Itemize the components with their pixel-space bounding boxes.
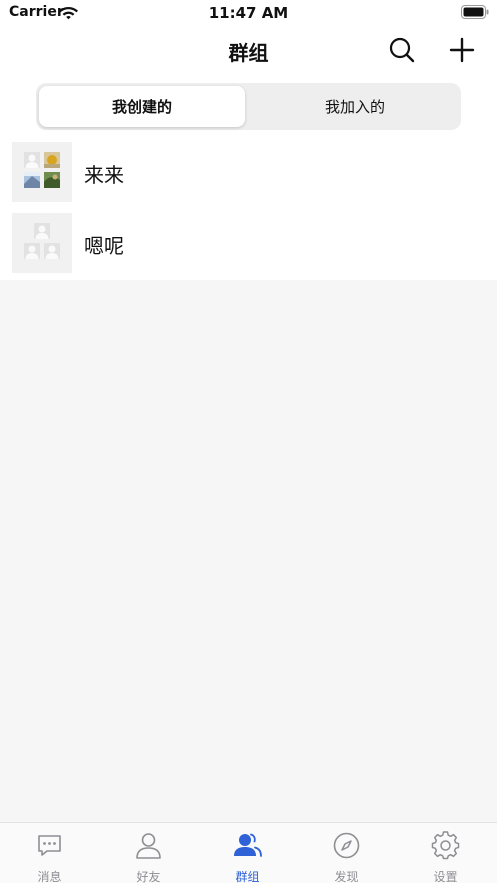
tab-label: 消息 (37, 870, 62, 883)
segment-joined[interactable]: 我加入的 (252, 86, 458, 127)
tab-label: 群组 (235, 870, 260, 883)
chat-bubble-icon (38, 835, 61, 856)
group-name: 嗯呢 (84, 234, 124, 258)
search-icon[interactable] (388, 36, 416, 64)
tab-label: 设置 (433, 870, 458, 883)
person-icon (136, 833, 161, 859)
group-name: 来来 (84, 163, 124, 187)
plus-icon[interactable] (448, 36, 476, 64)
clock: 11:47 AM (208, 4, 289, 22)
group-avatar (12, 213, 72, 273)
tab-friends[interactable]: 好友 (99, 823, 198, 883)
gear-icon (431, 831, 460, 860)
tab-settings[interactable]: 设置 (396, 823, 495, 883)
compass-icon (333, 832, 360, 859)
tab-discover[interactable]: 发现 (297, 823, 396, 883)
tab-messages[interactable]: 消息 (0, 823, 99, 883)
segment-created-label: 我创建的 (111, 98, 172, 116)
group-list: 来来 嗯呢 (0, 138, 497, 280)
segmented-control: 我创建的 我加入的 (36, 83, 461, 130)
tab-label: 好友 (136, 870, 161, 883)
group-icon (234, 833, 262, 857)
group-avatar (12, 142, 72, 202)
nav-bar: 群组 (0, 26, 497, 76)
segment-created[interactable]: 我创建的 (39, 86, 245, 127)
tab-bar: 消息 好友 群组 发现 设置 (0, 822, 497, 883)
tab-groups[interactable]: 群组 (198, 823, 297, 883)
screen: Carrier 11:47 AM 群组 我创建的 我加入的 来来 嗯呢 消息 好… (0, 0, 497, 883)
segment-joined-label: 我加入的 (324, 98, 385, 116)
segment-container: 我创建的 我加入的 (0, 76, 497, 138)
page-title: 群组 (228, 41, 269, 65)
tab-label: 发现 (334, 870, 359, 883)
status-bar: Carrier 11:47 AM (0, 0, 497, 26)
battery-icon (461, 5, 489, 19)
list-item[interactable]: 来来 (0, 138, 497, 209)
list-item[interactable]: 嗯呢 (0, 209, 497, 280)
